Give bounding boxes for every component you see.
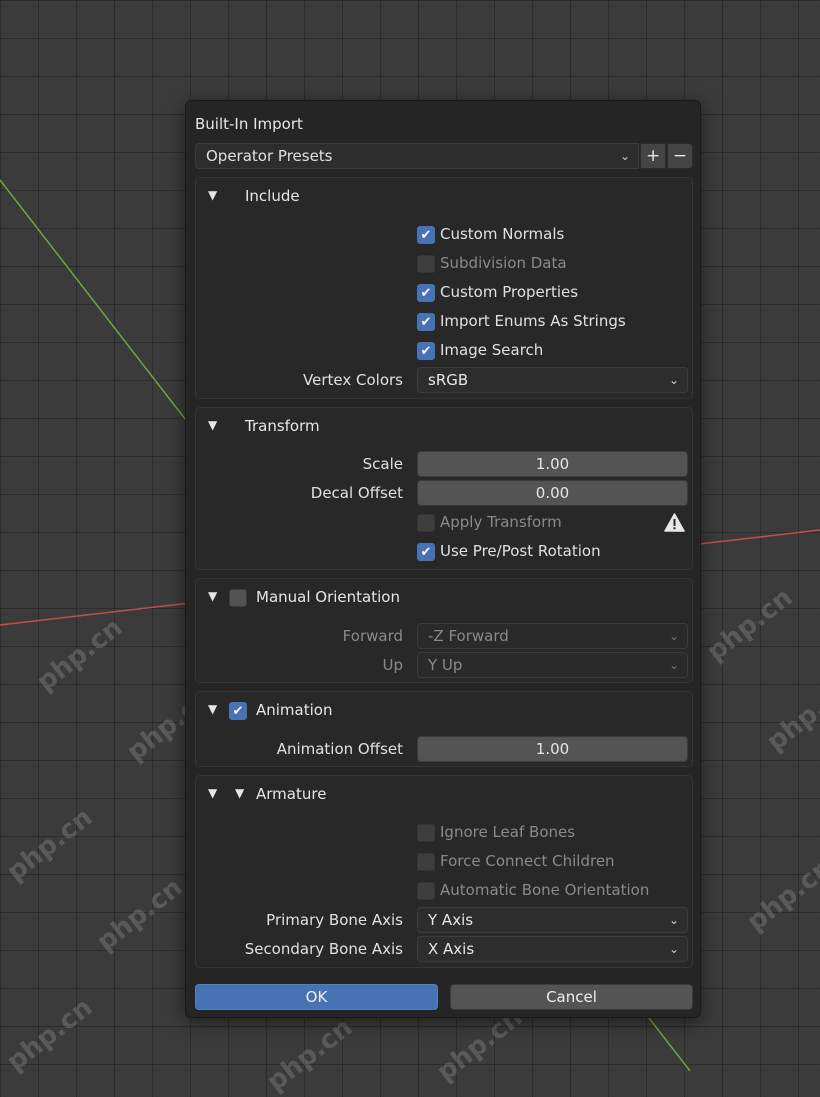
chevron-down-icon: ⌄ <box>668 913 679 927</box>
decal-offset-label: Decal Offset <box>310 484 403 502</box>
operator-presets-label: Operator Presets <box>206 147 333 165</box>
custom-properties-checkbox[interactable]: ✔ <box>417 284 435 302</box>
apply-transform-label: Apply Transform <box>440 513 562 531</box>
triangle-down-icon: ▼ <box>235 786 245 800</box>
checkmark-icon: ✔ <box>420 315 432 330</box>
include-panel: ▼ Include ✔ Custom Normals Subdivision D… <box>195 177 693 399</box>
apply-transform-checkbox[interactable] <box>417 514 435 532</box>
chevron-down-icon: ⌄ <box>668 629 679 643</box>
vertex-colors-label: Vertex Colors <box>303 371 403 389</box>
primary-bone-axis-value: Y Axis <box>428 911 474 929</box>
automatic-bone-orientation-label: Automatic Bone Orientation <box>440 881 650 899</box>
dialog-title: Built-In Import <box>195 115 303 133</box>
vertex-colors-dropdown[interactable]: sRGB ⌄ <box>417 367 688 393</box>
remove-preset-button[interactable]: − <box>667 143 693 169</box>
manual-orientation-panel-header[interactable]: ▼ Manual Orientation <box>196 579 692 615</box>
secondary-bone-axis-label: Secondary Bone Axis <box>244 940 403 958</box>
image-search-label: Image Search <box>440 341 544 359</box>
triangle-down-icon: ▼ <box>208 702 218 716</box>
ok-button[interactable]: OK <box>195 984 438 1010</box>
animation-offset-label: Animation Offset <box>276 740 403 758</box>
import-enums-label: Import Enums As Strings <box>440 312 626 330</box>
cancel-button[interactable]: Cancel <box>450 984 693 1010</box>
force-connect-children-checkbox[interactable] <box>417 853 435 871</box>
checkmark-icon: ✔ <box>420 286 432 301</box>
scale-field[interactable]: 1.00 <box>417 451 688 477</box>
triangle-down-icon: ▼ <box>208 589 218 603</box>
import-enums-checkbox[interactable]: ✔ <box>417 313 435 331</box>
triangle-down-icon: ▼ <box>208 786 218 800</box>
up-label: Up <box>382 656 403 674</box>
force-connect-children-label: Force Connect Children <box>440 852 615 870</box>
import-dialog: Built-In Import Operator Presets ⌄ + − ▼… <box>185 100 701 1018</box>
forward-value: -Z Forward <box>428 627 509 645</box>
include-panel-title: Include <box>245 187 300 205</box>
animation-panel-header[interactable]: ▼ ✔ Animation <box>196 692 692 728</box>
triangle-down-icon: ▼ <box>208 188 218 202</box>
transform-panel: ▼ Transform Scale 1.00 Decal Offset 0.00… <box>195 407 693 570</box>
animation-checkbox[interactable]: ✔ <box>229 702 247 720</box>
decal-offset-field[interactable]: 0.00 <box>417 480 688 506</box>
armature-panel-header[interactable]: ▼ ▼ Armature <box>196 776 692 812</box>
triangle-down-icon: ▼ <box>208 418 218 432</box>
operator-presets-row: Operator Presets ⌄ + − <box>195 143 693 169</box>
forward-label: Forward <box>342 627 403 645</box>
warning-icon <box>664 513 685 532</box>
animation-title: Animation <box>256 701 333 719</box>
add-preset-button[interactable]: + <box>640 143 667 169</box>
include-panel-header[interactable]: ▼ Include <box>196 178 692 214</box>
custom-normals-checkbox[interactable]: ✔ <box>417 226 435 244</box>
custom-properties-label: Custom Properties <box>440 283 579 301</box>
use-pre-post-rotation-label: Use Pre/Post Rotation <box>440 542 601 560</box>
subdivision-data-checkbox[interactable] <box>417 255 435 273</box>
animation-offset-field[interactable]: 1.00 <box>417 736 688 762</box>
chevron-down-icon: ⌄ <box>668 942 679 956</box>
chevron-down-icon: ⌄ <box>668 658 679 672</box>
ignore-leaf-bones-checkbox[interactable] <box>417 824 435 842</box>
custom-normals-label: Custom Normals <box>440 225 565 243</box>
checkmark-icon: ✔ <box>420 545 432 560</box>
operator-presets-dropdown[interactable]: Operator Presets ⌄ <box>195 143 640 169</box>
checkmark-icon: ✔ <box>232 704 244 719</box>
scale-label: Scale <box>362 455 403 473</box>
ignore-leaf-bones-label: Ignore Leaf Bones <box>440 823 576 841</box>
subdivision-data-label: Subdivision Data <box>440 254 567 272</box>
manual-orientation-checkbox[interactable] <box>229 589 247 607</box>
up-value: Y Up <box>428 656 463 674</box>
automatic-bone-orientation-checkbox[interactable] <box>417 882 435 900</box>
armature-panel: ▼ ▼ Armature Ignore Leaf Bones Force Con… <box>195 775 693 968</box>
chevron-down-icon: ⌄ <box>668 373 679 387</box>
forward-dropdown[interactable]: -Z Forward ⌄ <box>417 623 688 649</box>
animation-panel: ▼ ✔ Animation Animation Offset 1.00 <box>195 691 693 767</box>
transform-panel-header[interactable]: ▼ Transform <box>196 408 692 444</box>
manual-orientation-panel: ▼ Manual Orientation Forward -Z Forward … <box>195 578 693 683</box>
manual-orientation-title: Manual Orientation <box>256 588 400 606</box>
secondary-bone-axis-dropdown[interactable]: X Axis ⌄ <box>417 936 688 962</box>
transform-panel-title: Transform <box>245 417 320 435</box>
secondary-bone-axis-value: X Axis <box>428 940 475 958</box>
primary-bone-axis-dropdown[interactable]: Y Axis ⌄ <box>417 907 688 933</box>
primary-bone-axis-label: Primary Bone Axis <box>266 911 403 929</box>
chevron-down-icon: ⌄ <box>620 149 631 163</box>
checkmark-icon: ✔ <box>420 344 432 359</box>
image-search-checkbox[interactable]: ✔ <box>417 342 435 360</box>
use-pre-post-rotation-checkbox[interactable]: ✔ <box>417 543 435 561</box>
vertex-colors-value: sRGB <box>428 371 469 389</box>
checkmark-icon: ✔ <box>420 228 432 243</box>
up-dropdown[interactable]: Y Up ⌄ <box>417 652 688 678</box>
armature-title: Armature <box>256 785 327 803</box>
